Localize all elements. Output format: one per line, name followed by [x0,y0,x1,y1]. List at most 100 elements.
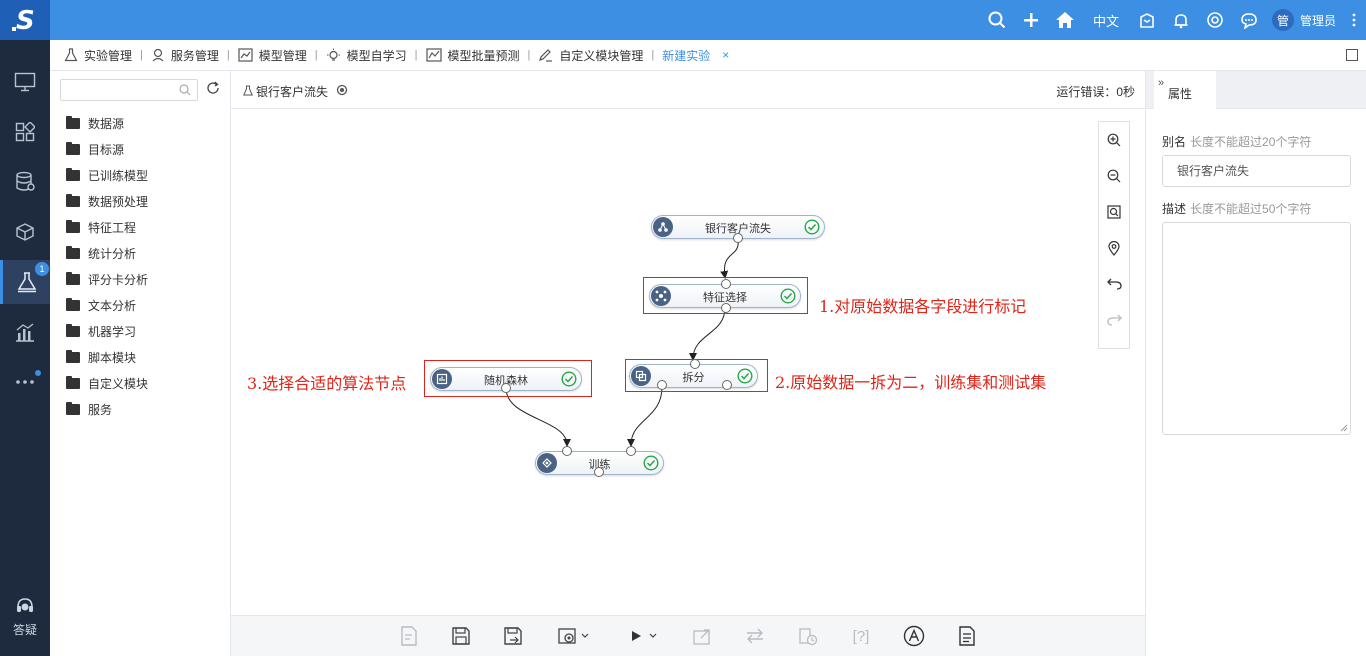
save-as-icon[interactable] [502,624,526,648]
left-rail: 1 答疑 [0,40,50,656]
tab-label: 新建实验 [662,48,711,63]
annotation-text: 1.对原始数据各字段进行标记 [819,297,1027,316]
folder-icon [66,219,80,233]
description-field[interactable] [1162,222,1351,435]
cube-icon[interactable] [0,212,50,252]
double-chevron-icon[interactable]: » [1158,77,1164,89]
settings-dropdown[interactable] [556,624,592,648]
swap-icon[interactable] [743,624,767,648]
help-label: 答疑 [12,623,37,637]
database-icon[interactable] [0,162,50,202]
redo-icon[interactable] [1099,302,1129,338]
tree-item[interactable]: 文本分析 [66,295,136,315]
more-icon[interactable] [0,362,50,402]
monitor-icon[interactable] [0,62,50,102]
alias-field[interactable]: 银行客户流失 [1162,155,1351,187]
tree-item[interactable]: 统计分析 [66,243,136,263]
plus-icon[interactable] [1014,0,1048,40]
chart-icon[interactable] [0,312,50,352]
help-entry[interactable]: 答疑 [0,596,50,638]
tree-item[interactable]: 已训练模型 [66,165,148,185]
folder-icon [66,141,80,155]
output-port[interactable] [733,233,743,243]
service-icon [151,48,165,62]
notes-icon[interactable] [955,624,979,648]
run-status: 运行错误：0秒 [1056,85,1135,99]
fit-view-icon[interactable] [1099,194,1129,230]
output-port[interactable] [721,303,731,313]
tab-label: 服务管理 [170,48,219,63]
locate-icon[interactable] [1099,230,1129,266]
chat-icon[interactable] [1232,0,1266,40]
folder-icon [66,193,80,207]
check-circle-icon [780,288,796,307]
tree-item[interactable]: 脚本模块 [66,347,136,367]
resize-grip-icon[interactable] [1340,424,1348,432]
export-icon[interactable] [691,624,715,648]
output-port[interactable] [722,380,732,390]
tab-label: 模型自学习 [346,48,407,63]
folder-icon [66,167,80,181]
zoom-in-icon[interactable] [1099,122,1129,158]
input-port[interactable] [626,446,636,456]
bell-icon[interactable] [1164,0,1198,40]
schedule-icon[interactable] [796,624,820,648]
annotation-text: 2.原始数据一拆为二，训练集和测试集 [775,373,1047,392]
settings-icon[interactable] [336,84,348,99]
tree-item[interactable]: 目标源 [66,139,124,159]
save-icon[interactable] [449,624,473,648]
tree-item[interactable]: 特征工程 [66,217,136,237]
help-icon[interactable]: [?] [848,624,874,648]
life-ring-icon[interactable] [1198,0,1232,40]
home-icon[interactable] [1048,0,1082,40]
tree-item[interactable]: 自定义模块 [66,373,148,393]
input-port[interactable] [690,359,700,369]
module-tabs: 实验管理 | 服务管理 | 模型管理 | 模型自学习 | 模型批量预测 | 自定… [50,40,1366,71]
tree-item[interactable]: 评分卡分析 [66,269,148,289]
tree-item[interactable]: 服务 [66,399,112,419]
doc-icon[interactable] [397,624,421,648]
tab-model-management[interactable]: 模型管理 [238,40,307,71]
tab-properties[interactable]: » 属性 [1154,71,1216,110]
app-logo[interactable]: S [0,0,50,40]
refresh-icon[interactable] [206,81,220,98]
tree-item[interactable]: 数据预处理 [66,191,148,211]
tab-label: 实验管理 [84,48,133,63]
package-icon[interactable] [1130,0,1164,40]
undo-icon[interactable] [1099,266,1129,302]
avatar[interactable]: 管 [1271,9,1294,31]
tab-model-self-learning[interactable]: 模型自学习 [326,40,407,71]
tab-service-management[interactable]: 服务管理 [151,40,219,71]
folder-icon [66,349,80,363]
zoom-out-icon[interactable] [1099,158,1129,194]
svg-text:S: S [16,6,35,35]
experiment-icon[interactable]: 1 [0,260,50,304]
output-port[interactable] [594,467,604,477]
input-port[interactable] [562,446,572,456]
a-icon[interactable] [902,624,926,648]
run-dropdown[interactable] [628,624,660,648]
more-vertical-icon[interactable] [1342,0,1366,40]
workflow-canvas[interactable]: 银行客户流失 特征选择 1.对原始数据各字段进行标记 拆分 2.原始数据一拆为二… [231,109,1145,615]
tab-label: 模型管理 [258,48,307,63]
tree-search-input[interactable] [60,79,198,101]
check-circle-icon [561,371,577,390]
close-icon[interactable]: × [722,48,729,62]
tab-custom-module-management[interactable]: 自定义模块管理 [538,40,643,71]
properties-title: 属性 [1168,87,1193,101]
input-port[interactable] [721,279,731,289]
language-switch[interactable]: 中文 [1082,0,1130,40]
check-circle-icon [804,219,820,238]
tree-item[interactable]: 数据源 [66,113,124,133]
user-name[interactable]: 管理员 [1300,12,1336,29]
output-port[interactable] [501,383,511,393]
tab-experiment-management[interactable]: 实验管理 [64,40,132,71]
tab-batch-prediction[interactable]: 模型批量预测 [425,40,520,71]
search-icon[interactable] [980,0,1014,40]
tree-item[interactable]: 机器学习 [66,321,136,341]
tab-new-experiment[interactable]: 新建实验 × [662,40,729,71]
canvas-header: 银行客户流失 运行错误：0秒 [231,71,1145,109]
dashboard-icon[interactable] [0,112,50,152]
fullscreen-icon[interactable] [1346,49,1358,61]
output-port[interactable] [657,380,667,390]
